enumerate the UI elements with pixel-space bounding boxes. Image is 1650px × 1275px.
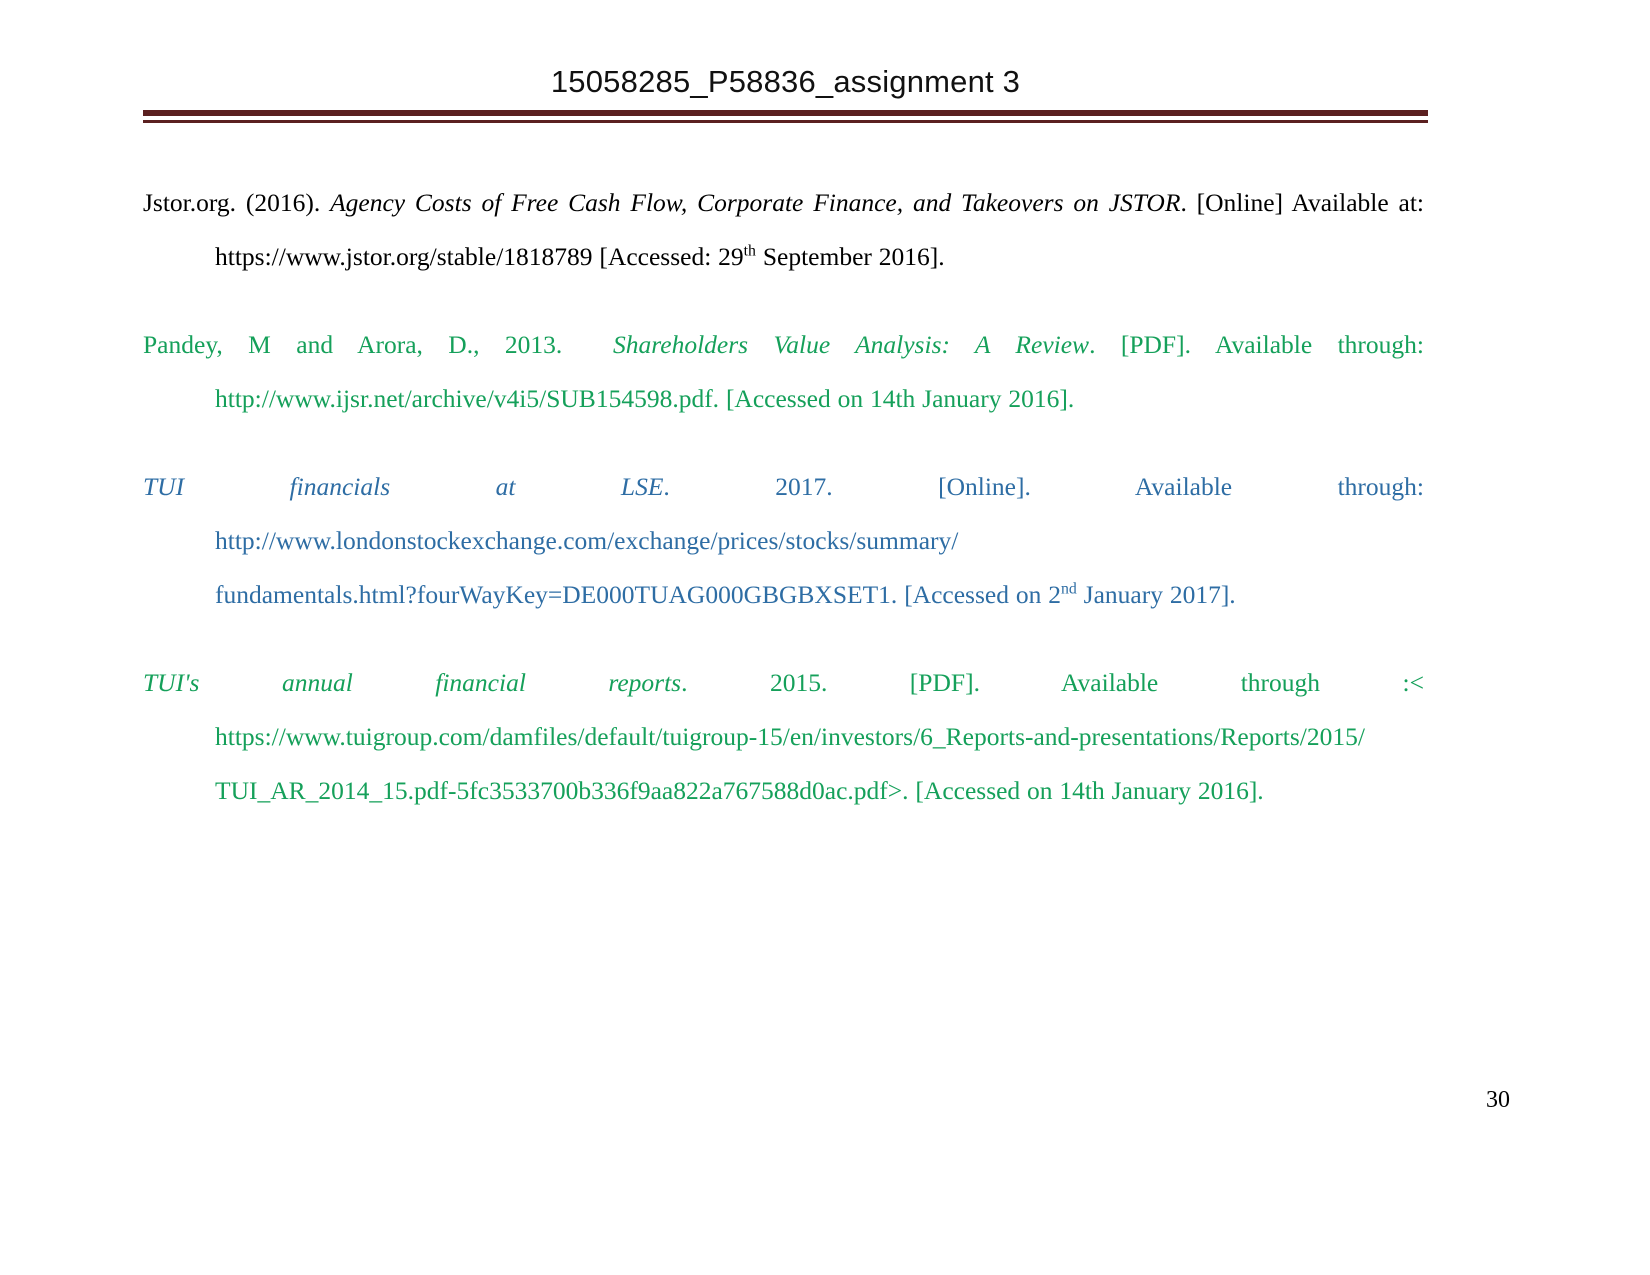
reference-author-year: Jstor.org. (2016). (143, 188, 321, 217)
reference-format-note: . [Online] Available at: (1180, 188, 1424, 217)
reference-url-part1[interactable]: https://www.tuigroup.com/damfiles/defaul… (215, 722, 1365, 751)
reference-mid-text: . 2015. [PDF]. Available through :< (681, 668, 1424, 697)
reference-line: https://www.jstor.org/stable/1818789 [Ac… (215, 230, 1424, 284)
reference-accessed-suffix: September 2016]. (755, 242, 945, 271)
reference-line: https://www.tuigroup.com/damfiles/defaul… (215, 710, 1424, 764)
reference-line: fundamentals.html?fourWayKey=DE000TUAG00… (215, 568, 1424, 622)
document-page: 15058285_P58836_assignment 3 Jstor.org. … (0, 0, 1650, 1275)
page-header: 15058285_P58836_assignment 3 (143, 62, 1428, 123)
reference-entry-pandey-arora: Pandey, M and Arora, D., 2013. Sharehold… (143, 318, 1424, 426)
reference-line: http://www.ijsr.net/archive/v4i5/SUB1545… (215, 372, 1424, 426)
reference-url-part2[interactable]: fundamentals.html?fourWayKey=DE000TUAG00… (215, 580, 897, 609)
reference-author-year: Pandey, M and Arora, D., 2013. (143, 330, 563, 359)
page-number: 30 (1486, 1087, 1510, 1113)
reference-url[interactable]: http://www.ijsr.net/archive/v4i5/SUB1545… (215, 384, 719, 413)
reference-line: TUI financials at LSE. 2017. [Online]. A… (143, 460, 1425, 568)
reference-accessed: [Accessed on 14th January 2016]. (908, 776, 1264, 805)
reference-entry-tui-lse: TUI financials at LSE. 2017. [Online]. A… (143, 460, 1424, 622)
ordinal-suffix: nd (1060, 580, 1077, 598)
reference-title: Shareholders Value Analysis: A Review (613, 330, 1090, 359)
reference-title: TUI's annual financial reports (143, 668, 682, 697)
page-title: 15058285_P58836_assignment 3 (550, 64, 1021, 99)
ordinal-suffix: th (743, 242, 756, 260)
reference-line: TUI's annual financial reports. 2015. [P… (143, 656, 1424, 710)
reference-format-note: . [PDF]. Available through: (1089, 330, 1425, 359)
reference-url-part2[interactable]: TUI_AR_2014_15.pdf-5fc3533700b336f9aa822… (215, 776, 909, 805)
reference-list: Jstor.org. (2016). Agency Costs of Free … (143, 176, 1424, 818)
reference-title: TUI financials at LSE (143, 472, 664, 501)
reference-url-part1[interactable]: http://www.londonstockexchange.com/excha… (215, 526, 958, 555)
reference-accessed-prefix: [Accessed: 29 (592, 242, 744, 271)
reference-line: Jstor.org. (2016). Agency Costs of Free … (143, 176, 1424, 230)
reference-line: Pandey, M and Arora, D., 2013. Sharehold… (143, 318, 1425, 372)
reference-line: TUI_AR_2014_15.pdf-5fc3533700b336f9aa822… (215, 764, 1424, 818)
reference-url[interactable]: https://www.jstor.org/stable/1818789 (215, 242, 593, 271)
reference-entry-tui-annual-reports: TUI's annual financial reports. 2015. [P… (143, 656, 1424, 818)
reference-mid-text: . 2017. [Online]. Available through: (663, 472, 1425, 501)
reference-entry-jstor: Jstor.org. (2016). Agency Costs of Free … (143, 176, 1424, 284)
reference-title: Agency Costs of Free Cash Flow, Corporat… (330, 188, 1181, 217)
reference-accessed: [Accessed on 14th January 2016]. (719, 384, 1075, 413)
header-rule-thick (143, 110, 1428, 116)
reference-accessed-suffix: January 2017]. (1076, 580, 1236, 609)
reference-accessed-prefix: [Accessed on 2 (897, 580, 1061, 609)
header-rule-thin (143, 120, 1428, 123)
